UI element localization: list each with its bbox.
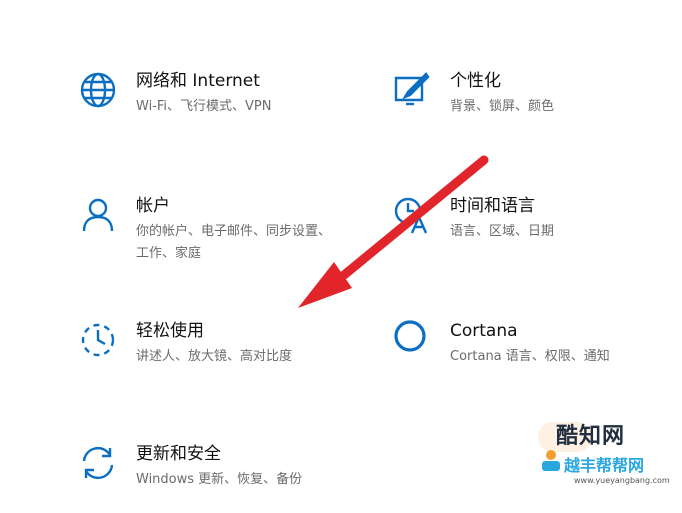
tile-description: 背景、锁屏、颜色 bbox=[450, 99, 555, 114]
tile-description: 你的帐户、电子邮件、同步设置、工作、家庭 bbox=[136, 224, 332, 261]
cortana-icon bbox=[394, 320, 426, 352]
settings-tile-ease-of-access[interactable]: 轻松使用 讲述人、放大镜、高对比度 bbox=[78, 320, 378, 390]
settings-tile-time-language[interactable]: 时间和语言 语言、区域、日期 bbox=[392, 195, 682, 265]
tile-description: 语言、区域、日期 bbox=[450, 224, 555, 239]
tile-title: 个性化 bbox=[450, 71, 501, 91]
ease-of-access-icon bbox=[81, 323, 115, 357]
watermark-title: 酷知网 bbox=[556, 424, 626, 449]
tile-title: 帐户 bbox=[136, 196, 170, 216]
watermark-subtitle: 越丰帮帮网 bbox=[564, 456, 645, 475]
tile-description: Wi-Fi、飞行模式、VPN bbox=[136, 99, 272, 114]
tile-description: Cortana 语言、权限、通知 bbox=[450, 349, 610, 364]
settings-tile-personalization[interactable]: 个性化 背景、锁屏、颜色 bbox=[392, 70, 682, 140]
settings-tile-network[interactable]: 网络和 Internet Wi-Fi、飞行模式、VPN bbox=[78, 70, 378, 140]
settings-tile-update-security[interactable]: 更新和安全 Windows 更新、恢复、备份 bbox=[78, 443, 378, 513]
watermark-url: www.yueyangbang.com bbox=[574, 476, 670, 485]
globe-icon bbox=[80, 72, 116, 108]
time-language-icon bbox=[394, 197, 428, 234]
tile-title: 网络和 Internet bbox=[136, 71, 260, 91]
watermark: 酷知网 越丰帮帮网 www.yueyangbang.com bbox=[524, 418, 674, 498]
tile-title: 轻松使用 bbox=[136, 321, 204, 341]
tile-description: Windows 更新、恢复、备份 bbox=[136, 472, 303, 487]
tile-description: 讲述人、放大镜、高对比度 bbox=[136, 349, 293, 364]
tile-title: 时间和语言 bbox=[450, 196, 535, 216]
personalization-icon bbox=[394, 72, 430, 106]
sync-icon bbox=[82, 446, 114, 480]
tile-title: 更新和安全 bbox=[136, 444, 221, 464]
settings-tile-cortana[interactable]: Cortana Cortana 语言、权限、通知 bbox=[392, 320, 682, 390]
person-icon bbox=[82, 198, 114, 232]
watermark-figure-icon bbox=[542, 450, 560, 471]
tile-title: Cortana bbox=[450, 321, 518, 341]
settings-tile-accounts[interactable]: 帐户 你的帐户、电子邮件、同步设置、工作、家庭 bbox=[78, 195, 378, 265]
